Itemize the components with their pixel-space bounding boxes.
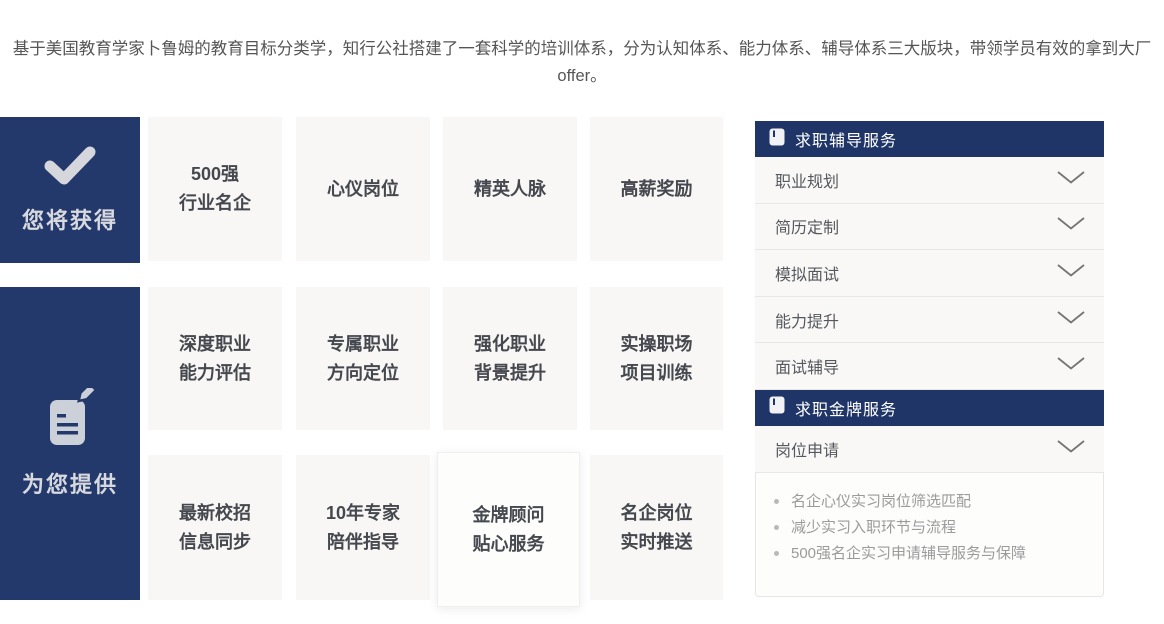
list-item: 500强名企实习申请辅导服务与保障 xyxy=(774,541,1089,567)
service-card[interactable]: 名企岗位 实时推送 xyxy=(590,455,723,600)
intro-paragraph: 基于美国教育学家卜鲁姆的教育目标分类学，知行公社搭建了一套科学的培训体系，分为认… xyxy=(0,36,1164,90)
benefit-card[interactable]: 精英人脉 xyxy=(443,117,577,261)
benefit-card[interactable]: 高薪奖励 xyxy=(590,117,723,261)
intro-line-1: 基于美国教育学家卜鲁姆的教育目标分类学，知行公社搭建了一套科学的培训体系，分为认… xyxy=(0,36,1164,63)
benefit-card[interactable]: 心仪岗位 xyxy=(296,117,430,261)
service-card[interactable]: 强化职业 背景提升 xyxy=(443,287,577,430)
section-title: 求职金牌服务 xyxy=(795,396,897,420)
accordion-item-resume-custom[interactable]: 简历定制 xyxy=(755,204,1104,251)
service-card[interactable]: 最新校招 信息同步 xyxy=(148,455,282,600)
intro-line-2: offer。 xyxy=(0,63,1164,90)
chevron-down-icon xyxy=(1056,170,1086,190)
accordion-item-job-application[interactable]: 岗位申请 xyxy=(755,426,1104,473)
accordion-item-career-planning[interactable]: 职业规划 xyxy=(755,157,1104,204)
chevron-down-icon xyxy=(1056,216,1086,236)
service-card[interactable]: 10年专家 陪伴指导 xyxy=(296,455,430,600)
service-card[interactable]: 专属职业 方向定位 xyxy=(296,287,430,430)
section-header-gold-service: 求职金牌服务 xyxy=(755,390,1104,426)
accordion-item-ability-boost[interactable]: 能力提升 xyxy=(755,297,1104,344)
we-provide-block: 为您提供 xyxy=(0,287,140,600)
service-card[interactable]: 实操职场 项目训练 xyxy=(590,287,723,430)
page: 基于美国教育学家卜鲁姆的教育目标分类学，知行公社搭建了一套科学的培训体系，分为认… xyxy=(0,0,1164,624)
list-item: 名企心仪实习岗位筛选匹配 xyxy=(774,489,1089,515)
you-will-get-block: 您将获得 xyxy=(0,117,140,263)
job-application-details: 名企心仪实习岗位筛选匹配 减少实习入职环节与流程 500强名企实习申请辅导服务与… xyxy=(755,473,1104,597)
accordion-item-mock-interview[interactable]: 模拟面试 xyxy=(755,250,1104,297)
list-item: 减少实习入职环节与流程 xyxy=(774,515,1089,541)
block-label: 为您提供 xyxy=(22,467,118,499)
service-card[interactable]: 深度职业 能力评估 xyxy=(148,287,282,430)
service-card-highlighted[interactable]: 金牌顾问 贴心服务 xyxy=(437,452,580,607)
bullet-dot-icon xyxy=(774,525,779,530)
chevron-down-icon xyxy=(1056,356,1086,376)
book-icon xyxy=(769,128,785,151)
edit-document-icon xyxy=(43,388,97,455)
check-icon xyxy=(44,146,96,191)
book-icon xyxy=(769,396,785,419)
chevron-down-icon xyxy=(1056,310,1086,330)
section-title: 求职辅导服务 xyxy=(795,127,897,151)
bullet-dot-icon xyxy=(774,499,779,504)
bullet-dot-icon xyxy=(774,551,779,556)
chevron-down-icon xyxy=(1056,263,1086,283)
chevron-down-icon xyxy=(1056,439,1086,459)
accordion-item-interview-coaching[interactable]: 面试辅导 xyxy=(755,343,1104,390)
block-label: 您将获得 xyxy=(22,203,118,235)
benefit-card[interactable]: 500强 行业名企 xyxy=(148,117,282,261)
section-header-coaching: 求职辅导服务 xyxy=(755,121,1104,157)
services-panel: 求职辅导服务 职业规划 简历定制 模拟面试 能力提升 面试辅导 求职金牌服务 xyxy=(755,121,1104,597)
